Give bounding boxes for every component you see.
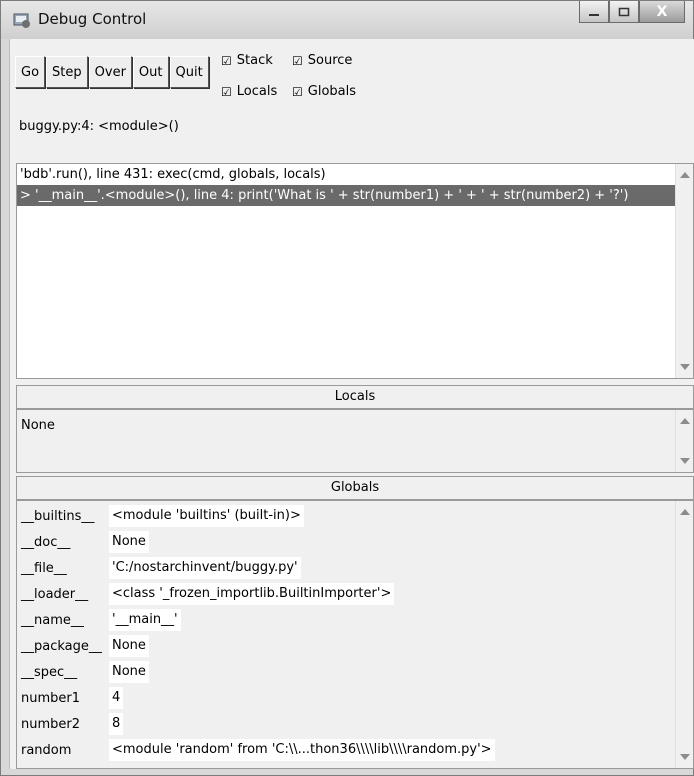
app-icon bbox=[13, 13, 30, 28]
locals-content: None bbox=[21, 418, 55, 433]
locals-panel: None bbox=[16, 409, 694, 473]
globals-row: __loader__ <class '_frozen_importlib.Bui… bbox=[21, 583, 673, 607]
locals-header: Locals bbox=[16, 385, 694, 409]
locals-checkbox[interactable]: ☑ Locals bbox=[221, 84, 277, 99]
global-name: number2 bbox=[21, 717, 81, 732]
global-name: random bbox=[21, 743, 72, 758]
global-name: __name__ bbox=[21, 613, 84, 628]
scroll-up-arrow-icon[interactable] bbox=[680, 509, 690, 515]
global-name: number1 bbox=[21, 691, 81, 706]
window-title: Debug Control bbox=[38, 10, 147, 28]
global-name: __spec__ bbox=[21, 665, 78, 680]
global-value[interactable]: <module 'builtins' (built-in)> bbox=[109, 505, 304, 527]
scroll-down-arrow-icon[interactable] bbox=[680, 754, 690, 760]
globals-row: __spec__ None bbox=[21, 661, 673, 685]
minimize-icon bbox=[589, 13, 599, 16]
current-location: buggy.py:4: <module>() bbox=[19, 119, 179, 134]
maximize-icon bbox=[618, 7, 630, 16]
global-value[interactable]: 'C:/nostarchinvent/buggy.py' bbox=[109, 557, 301, 579]
scroll-up-arrow-icon[interactable] bbox=[680, 418, 690, 424]
close-button[interactable]: X bbox=[639, 1, 685, 23]
globals-row: random <module 'random' from 'C:\\...tho… bbox=[21, 739, 673, 763]
globals-row: __builtins__ <module 'builtins' (built-i… bbox=[21, 505, 673, 529]
source-checkbox-label: Source bbox=[307, 53, 353, 68]
globals-row: number1 4 bbox=[21, 687, 673, 711]
minimize-button[interactable] bbox=[579, 1, 609, 23]
globals-row: __package__ None bbox=[21, 635, 673, 659]
step-button[interactable]: Step bbox=[46, 56, 88, 88]
scroll-up-arrow-icon[interactable] bbox=[680, 172, 690, 178]
globals-row: number2 8 bbox=[21, 713, 673, 737]
debug-control-window: Debug Control X Go Step Over Out Quit ☑ … bbox=[0, 0, 694, 776]
global-name: __file__ bbox=[21, 561, 67, 576]
global-name: __builtins__ bbox=[21, 509, 95, 524]
out-button[interactable]: Out bbox=[132, 56, 169, 88]
stack-scrollbar[interactable] bbox=[675, 164, 693, 378]
go-button[interactable]: Go bbox=[15, 56, 46, 88]
client-area: Go Step Over Out Quit ☑ Stack ☑ Source ☑… bbox=[9, 39, 694, 769]
globals-scrollbar[interactable] bbox=[675, 501, 693, 768]
stack-checkbox[interactable]: ☑ Stack bbox=[221, 53, 273, 68]
global-value[interactable]: None bbox=[109, 531, 149, 553]
global-name: __doc__ bbox=[21, 535, 71, 550]
global-name: __package__ bbox=[21, 639, 102, 654]
source-checkbox[interactable]: ☑ Source bbox=[292, 53, 352, 68]
locals-checkbox-label: Locals bbox=[236, 84, 278, 99]
global-value[interactable]: 4 bbox=[109, 687, 124, 709]
scroll-down-arrow-icon[interactable] bbox=[680, 364, 690, 370]
stack-list[interactable]: 'bdb'.run(), line 431: exec(cmd, globals… bbox=[16, 163, 694, 379]
title-bar[interactable]: Debug Control X bbox=[1, 1, 693, 39]
global-value[interactable]: <class '_frozen_importlib.BuiltinImporte… bbox=[109, 583, 395, 605]
stack-row-selected[interactable]: > '__main__'.<module>(), line 4: print('… bbox=[17, 185, 693, 206]
maximize-button[interactable] bbox=[609, 1, 639, 23]
debug-toolbar: Go Step Over Out Quit bbox=[15, 56, 210, 88]
checkbox-checked-icon: ☑ bbox=[292, 84, 303, 99]
scroll-down-arrow-icon[interactable] bbox=[680, 458, 690, 464]
locals-scrollbar[interactable] bbox=[675, 410, 693, 472]
global-name: __loader__ bbox=[21, 587, 89, 602]
global-value[interactable]: 8 bbox=[109, 713, 124, 735]
globals-row: __doc__ None bbox=[21, 531, 673, 555]
over-button[interactable]: Over bbox=[88, 56, 132, 88]
global-value[interactable]: <module 'random' from 'C:\\...thon36\\\\… bbox=[109, 739, 495, 761]
global-value[interactable]: '__main__' bbox=[109, 609, 181, 631]
close-icon: X bbox=[656, 3, 668, 20]
globals-panel: __builtins__ <module 'builtins' (built-i… bbox=[16, 500, 694, 769]
stack-checkbox-label: Stack bbox=[236, 53, 273, 68]
global-value[interactable]: None bbox=[109, 661, 149, 683]
stack-row[interactable]: 'bdb'.run(), line 431: exec(cmd, globals… bbox=[17, 164, 693, 185]
globals-row: __name__ '__main__' bbox=[21, 609, 673, 633]
checkbox-checked-icon: ☑ bbox=[292, 53, 303, 68]
globals-row: __file__ 'C:/nostarchinvent/buggy.py' bbox=[21, 557, 673, 581]
globals-checkbox[interactable]: ☑ Globals bbox=[292, 84, 356, 99]
globals-header: Globals bbox=[16, 476, 694, 500]
checkbox-checked-icon: ☑ bbox=[221, 84, 232, 99]
globals-checkbox-label: Globals bbox=[307, 84, 357, 99]
checkbox-checked-icon: ☑ bbox=[221, 53, 232, 68]
global-value[interactable]: None bbox=[109, 635, 149, 657]
quit-button[interactable]: Quit bbox=[169, 56, 209, 88]
